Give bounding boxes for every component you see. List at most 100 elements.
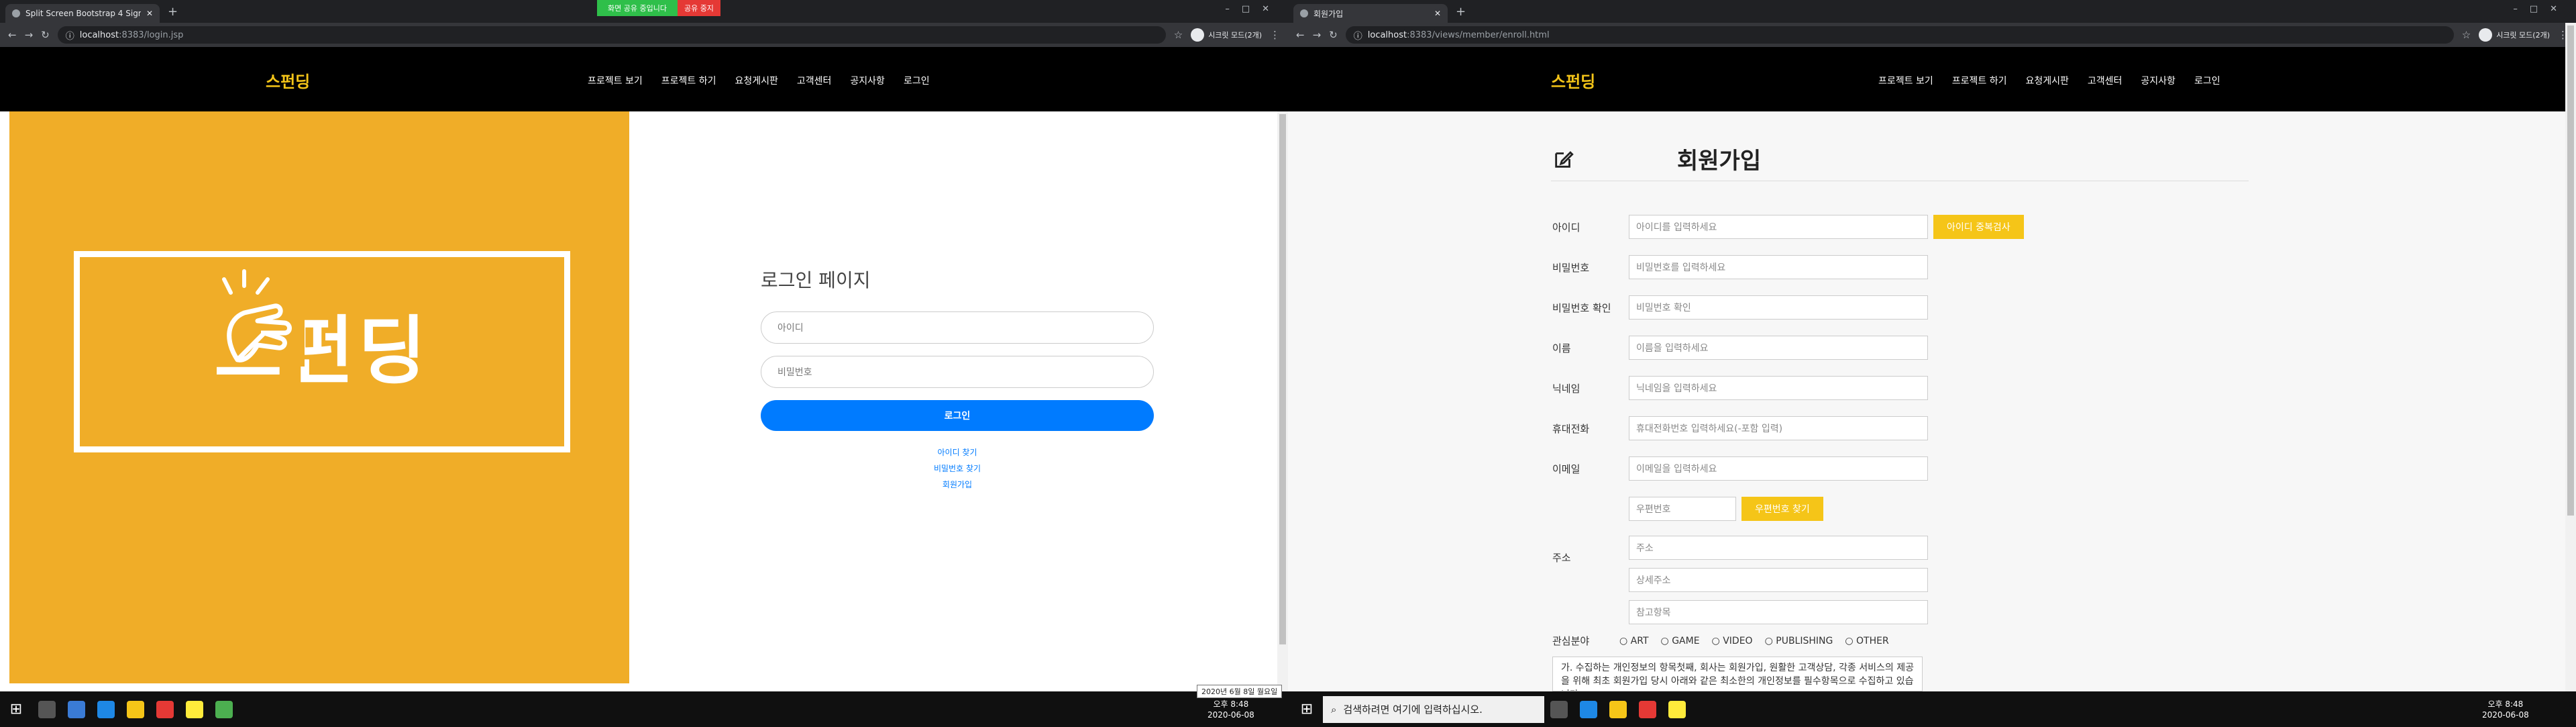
address-field[interactable]: 주소 [1629,536,1928,560]
id-field[interactable]: 아이디를 입력하세요 [1629,215,1928,239]
zip-search-button[interactable]: 우편번호 찾기 [1741,497,1823,521]
nav-project-do[interactable]: 프로젝트 하기 [1952,74,2007,87]
close-tab-icon[interactable]: ✕ [146,9,153,18]
search-icon[interactable] [38,700,56,718]
bookmark-star-icon[interactable]: ☆ [1174,29,1183,41]
email-field[interactable]: 이메일을 입력하세요 [1629,456,1928,481]
nav-request-board[interactable]: 요청게시판 [735,74,777,87]
tab-title: 회원가입 [1313,9,1344,19]
interest-art[interactable]: ART [1619,636,1649,646]
id-input[interactable]: 아이디 [761,311,1154,344]
search-placeholder: 검색하려면 여기에 입력하십시오. [1343,704,1483,716]
password-input[interactable]: 비밀번호 [761,356,1154,388]
nav-project-view[interactable]: 프로젝트 보기 [1878,74,1933,87]
close-tab-icon[interactable]: ✕ [1434,9,1441,18]
window-controls[interactable]: –□✕ [2513,4,2569,14]
new-tab-icon[interactable]: + [160,5,186,23]
address-ref-field[interactable]: 참고항목 [1629,600,1928,624]
new-tab-icon[interactable]: + [1448,5,1474,23]
nickname-label: 닉네임 [1552,382,1580,395]
back-icon[interactable]: ← [8,29,17,41]
nav-project-view[interactable]: 프로젝트 보기 [588,74,643,87]
incognito-badge[interactable]: 시크릿 모드(2개) [2479,28,2550,42]
file-explorer-icon[interactable] [127,700,144,718]
terms-textarea[interactable]: 가. 수집하는 개인정보의 항목첫째, 회사는 회원가입, 원활한 고객상담, … [1552,657,1923,691]
right-clock[interactable]: 오후 8:48 2020-06-08 [2482,699,2529,720]
id-check-button[interactable]: 아이디 중복검사 [1933,215,2024,239]
tab-favicon-icon [1300,9,1308,17]
name-field[interactable]: 이름을 입력하세요 [1629,336,1928,360]
reload-icon[interactable]: ↻ [41,29,50,41]
find-password-link[interactable]: 비밀번호 찾기 [761,461,1154,477]
interest-other[interactable]: OTHER [1845,636,1889,646]
password-label: 비밀번호 [1552,261,1590,274]
address-bar[interactable]: ⓘ localhost:8383/views/member/enroll.htm… [1345,26,2454,44]
signup-link[interactable]: 회원가입 [761,477,1154,493]
phone-label: 휴대전화 [1552,422,1590,435]
forward-icon[interactable]: → [1313,29,1322,41]
nav-notice[interactable]: 공지사항 [850,74,885,87]
zip-field[interactable]: 우편번호 [1629,497,1736,521]
left-clock[interactable]: 오후 8:48 2020-06-08 [1208,699,1254,720]
phone-field[interactable]: 휴대전화번호 입력하세요(-포함 입력) [1629,416,1928,440]
page-scrollbar[interactable] [1277,111,1288,691]
taskbar-search-box[interactable]: ⌕ 검색하려면 여기에 입력하십시오. [1323,695,1544,723]
start-icon[interactable]: ⊞ [0,691,32,727]
nav-customer-center[interactable]: 고객센터 [2088,74,2123,87]
row-name: 이름 이름을 입력하세요 [1552,336,1928,360]
interest-publishing[interactable]: PUBLISHING [1765,636,1833,646]
nav-request-board[interactable]: 요청게시판 [2025,74,2068,87]
logo-panel: 스펀딩 [9,111,629,683]
start-icon[interactable]: ⊞ [1291,691,1323,727]
eclipse-icon[interactable] [215,700,233,718]
url-host: localhost [1367,30,1407,40]
chrome-icon[interactable] [156,700,174,718]
row-interests: 관심분야 ART GAME VIDEO PUBLISHING OTHER [1552,634,1889,648]
back-icon[interactable]: ← [1296,29,1305,41]
address-toolbar: ← → ↻ ⓘ localhost:8383/login.jsp ☆ 시크릿 모… [0,23,1288,47]
bookmark-star-icon[interactable]: ☆ [2462,29,2471,41]
login-button[interactable]: 로그인 [761,400,1154,431]
edge-icon[interactable] [1580,700,1597,718]
interest-video[interactable]: VIDEO [1712,636,1752,646]
address-bar[interactable]: ⓘ localhost:8383/login.jsp [57,26,1166,44]
site-brand[interactable]: 스펀딩 [1551,68,1595,92]
row-nickname: 닉네임 닉네임을 입력하세요 [1552,376,1928,400]
browser-tab[interactable]: 회원가입 ✕ [1293,4,1448,23]
page-scrollbar[interactable] [2565,23,2576,691]
nav-login[interactable]: 로그인 [904,74,930,87]
stop-share-button[interactable]: 공유 중지 [677,0,720,16]
site-brand[interactable]: 스펀딩 [266,68,310,92]
nav-login[interactable]: 로그인 [2194,74,2220,87]
password-confirm-field[interactable]: 비밀번호 확인 [1629,295,1928,320]
kakaotalk-icon[interactable] [1668,700,1686,718]
logo-frame: 스펀딩 [74,251,570,452]
find-id-link[interactable]: 아이디 찾기 [761,444,1154,461]
window-controls[interactable]: –□✕ [1225,4,1281,14]
reload-icon[interactable]: ↻ [1329,29,1338,41]
nav-project-do[interactable]: 프로젝트 하기 [661,74,716,87]
nickname-field[interactable]: 닉네임을 입력하세요 [1629,376,1928,400]
left-browser-window: Split Screen Bootstrap 4 Sign In ✕ + –□✕… [0,0,1288,691]
file-explorer-icon[interactable] [1609,700,1627,718]
info-icon[interactable]: ⓘ [66,29,74,42]
scrollbar-thumb[interactable] [2567,26,2574,516]
password-field[interactable]: 비밀번호를 입력하세요 [1629,255,1928,279]
address-detail-field[interactable]: 상세주소 [1629,568,1928,592]
incognito-badge[interactable]: 시크릿 모드(2개) [1191,28,1262,42]
info-icon[interactable]: ⓘ [1354,29,1362,42]
right-taskbar: ⊞ ⌕ 검색하려면 여기에 입력하십시오. [1291,691,1692,727]
kakaotalk-icon[interactable] [186,700,203,718]
task-view-icon[interactable] [68,700,85,718]
edge-icon[interactable] [97,700,115,718]
nav-notice[interactable]: 공지사항 [2141,74,2176,87]
chrome-icon[interactable] [1639,700,1656,718]
menu-dots-icon[interactable]: ⋮ [1270,29,1280,41]
browser-tab[interactable]: Split Screen Bootstrap 4 Sign In ✕ [5,4,160,23]
nav-customer-center[interactable]: 고객센터 [797,74,832,87]
scrollbar-thumb[interactable] [1279,114,1286,644]
site-navbar: 스펀딩 프로젝트 보기 프로젝트 하기 요청게시판 고객센터 공지사항 로그인 [1288,47,2576,111]
task-view-icon[interactable] [1550,700,1568,718]
interest-game[interactable]: GAME [1661,636,1699,646]
forward-icon[interactable]: → [25,29,34,41]
